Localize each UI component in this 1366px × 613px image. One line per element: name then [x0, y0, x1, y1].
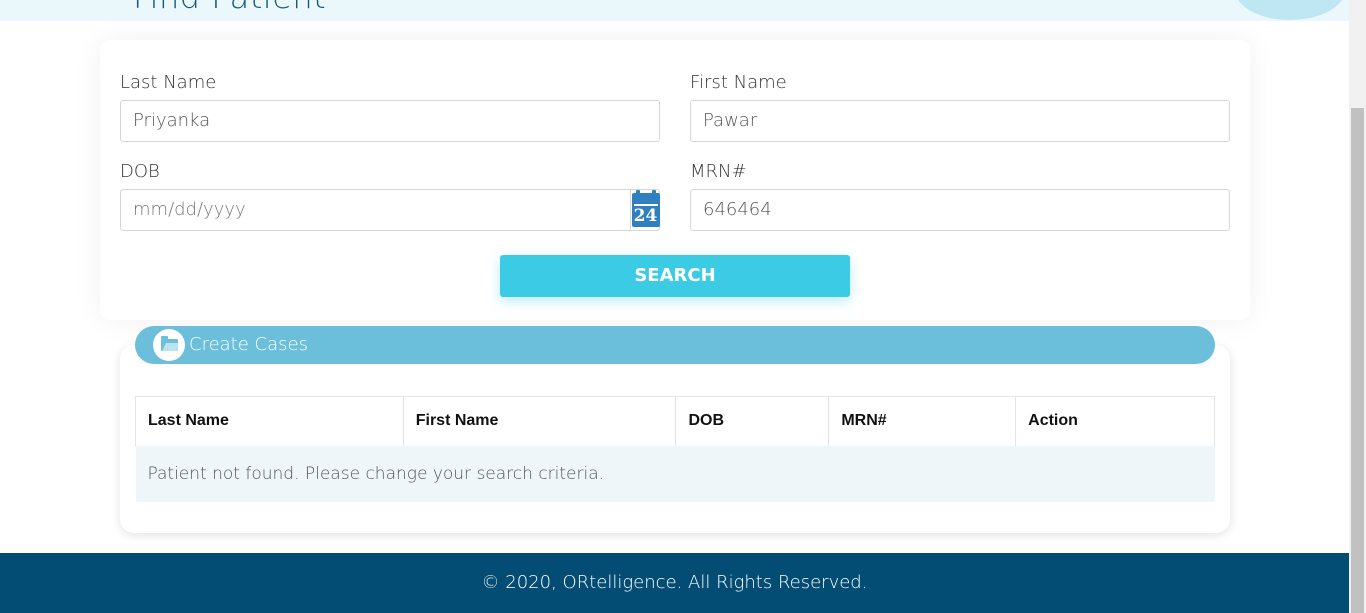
calendar-button[interactable]: 24 [630, 189, 660, 231]
first-name-input[interactable]: Pawar [690, 100, 1230, 142]
column-last-name[interactable]: Last Name [135, 396, 404, 446]
table-header-row: Last Name First Name DOB MRN# Action [135, 396, 1215, 446]
calendar-icon-day: 24 [633, 204, 658, 226]
last-name-input[interactable]: Priyanka [120, 100, 660, 142]
cases-header: Create Cases [135, 326, 1215, 364]
first-name-label: First Name [690, 72, 787, 93]
header-decoration [1235, 0, 1345, 20]
table-row: Patient not found. Please change your se… [135, 445, 1215, 502]
page-title: Find Patient [133, 0, 326, 16]
dob-input[interactable]: mm/dd/yyyy [120, 189, 660, 231]
column-first-name[interactable]: First Name [403, 396, 677, 446]
folder-open-icon [153, 329, 185, 361]
scrollbar[interactable] [1349, 0, 1366, 613]
mrn-label: MRN# [690, 161, 747, 182]
scrollbar-thumb[interactable] [1351, 108, 1364, 613]
search-button[interactable]: SEARCH [500, 255, 850, 297]
column-dob[interactable]: DOB [675, 396, 830, 446]
empty-message: Patient not found. Please change your se… [135, 445, 1215, 502]
last-name-label: Last Name [120, 72, 217, 93]
column-mrn[interactable]: MRN# [828, 396, 1017, 446]
footer: © 2020, ORtelligence. All Rights Reserve… [0, 553, 1349, 613]
column-action: Action [1015, 396, 1215, 446]
mrn-input[interactable]: 646464 [690, 189, 1230, 231]
cases-title: Create Cases [189, 334, 308, 355]
results-table: Last Name First Name DOB MRN# Action Pat… [135, 396, 1215, 502]
footer-text: © 2020, ORtelligence. All Rights Reserve… [481, 572, 868, 593]
page-header: Find Patient [0, 0, 1349, 21]
dob-label: DOB [120, 161, 160, 182]
calendar-icon: 24 [631, 190, 660, 227]
